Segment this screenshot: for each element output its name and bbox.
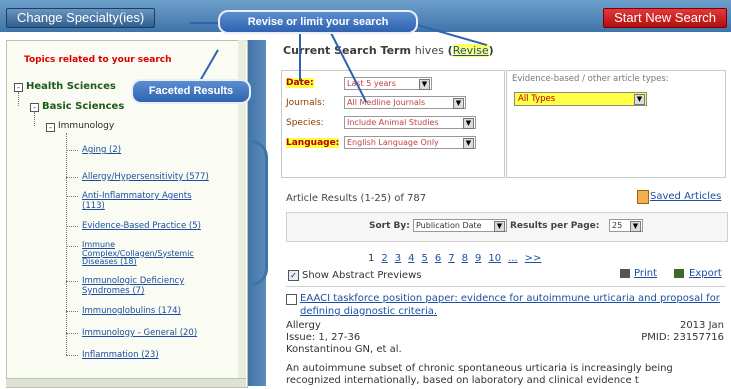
topic-link[interactable]: Anti-Inflammatory Agents (113) <box>82 191 192 211</box>
results-summary: Article Results (1-25) of 787 <box>286 193 427 204</box>
tree-branch <box>66 226 78 227</box>
page-link[interactable]: 3 <box>395 253 401 264</box>
chevron-down-icon: ▼ <box>463 118 474 129</box>
language-select[interactable]: English Language Only ▼ <box>344 136 476 149</box>
topic-link[interactable]: Immune Complex/Collagen/Systemic Disease… <box>82 240 194 267</box>
page-link[interactable]: 4 <box>408 253 414 264</box>
topic-link[interactable]: Immunoglobulins (174) <box>82 306 232 316</box>
revise-callout: Revise or limit your search <box>218 10 418 34</box>
tree-line <box>34 112 35 126</box>
evidence-select[interactable]: All Types ▼ <box>514 92 647 106</box>
collapse-toggle[interactable]: - <box>46 123 55 132</box>
chevron-down-icon: ▼ <box>419 79 430 90</box>
export-link[interactable]: Export <box>689 268 722 279</box>
topic-link[interactable]: Evidence-Based Practice (5) <box>82 221 232 231</box>
chevron-down-icon: ▼ <box>463 138 474 149</box>
article-authors: Konstantinou GN, et al. <box>286 344 402 355</box>
topic-link[interactable]: Immunology - General (20) <box>82 328 232 338</box>
language-value: English Language Only <box>347 138 439 147</box>
tree-line <box>18 92 19 106</box>
faceted-bracket <box>251 140 268 286</box>
saved-articles-link[interactable]: Saved Articles <box>650 191 721 202</box>
journals-value: All Medline Journals <box>347 98 426 107</box>
tree-branch <box>66 281 78 282</box>
evidence-filter-box <box>506 70 726 178</box>
collapse-toggle[interactable]: - <box>30 103 39 112</box>
saved-articles-icon[interactable] <box>637 190 649 204</box>
collapse-toggle[interactable]: - <box>14 83 23 92</box>
chevron-down-icon: ▼ <box>634 94 645 105</box>
faceted-callout: Faceted Results <box>131 79 251 104</box>
print-link[interactable]: Print <box>634 268 657 279</box>
results-per-page-select[interactable]: 25 ▼ <box>609 219 643 232</box>
page-link[interactable]: 10 <box>488 253 501 264</box>
article-meta-right: 2013 Jan PMID: 23157716 <box>614 320 724 344</box>
show-abstract-checkbox[interactable]: ✓ <box>288 270 299 281</box>
printer-icon[interactable] <box>620 269 630 278</box>
sidebar-horizontal-scrollbar[interactable] <box>6 378 246 387</box>
topic-link[interactable]: Allergy/Hypersensitivity (577) <box>82 172 232 182</box>
article-pmid: PMID: 23157716 <box>641 332 724 343</box>
article-issue: Issue: 1, 27-36 <box>286 332 361 343</box>
results-per-page-label: Results per Page: <box>510 221 600 231</box>
article-meta: Allergy Issue: 1, 27-36 Konstantinou GN,… <box>286 320 402 356</box>
tree-branch <box>66 150 78 151</box>
tree-node-basic-sciences[interactable]: Basic Sciences <box>42 101 124 112</box>
pagination: 1 2 3 4 5 6 7 8 9 10... >> <box>368 253 548 264</box>
chevron-down-icon: ▼ <box>494 221 505 232</box>
tree-node-health-sciences[interactable]: Health Sciences <box>26 81 116 92</box>
topic-link[interactable]: Immunologic Deficiency Syndromes (7) <box>82 276 192 296</box>
evidence-value: All Types <box>518 94 556 104</box>
topics-heading: Topics related to your search <box>24 55 172 65</box>
sort-by-value: Publication Date <box>416 221 482 230</box>
page-link[interactable]: 9 <box>475 253 481 264</box>
species-select[interactable]: Include Animal Studies ▼ <box>344 116 476 129</box>
chevron-down-icon: ▼ <box>630 221 641 232</box>
search-term: hives <box>414 44 444 57</box>
tree-node-immunology[interactable]: Immunology <box>58 121 114 131</box>
sort-bar <box>286 212 728 242</box>
search-term-prefix: Current Search Term <box>283 44 411 57</box>
tree-branch <box>66 246 78 247</box>
article-abstract: An autoimmune subset of chronic spontane… <box>286 363 673 386</box>
article-checkbox[interactable] <box>286 294 297 305</box>
tree-branch <box>66 333 78 334</box>
results-per-page-value: 25 <box>612 221 623 230</box>
callout-arrow <box>299 31 301 81</box>
start-new-search-button[interactable]: Start New Search <box>603 8 727 28</box>
change-specialty-button[interactable]: Change Specialty(ies) <box>6 8 156 28</box>
current-search-heading: Current Search Term hives (Revise) <box>283 44 494 57</box>
sort-by-label: Sort By: <box>369 221 410 231</box>
page-current: 1 <box>368 253 375 264</box>
tree-line <box>66 133 67 355</box>
page-ellipsis[interactable]: ... <box>508 253 518 264</box>
topic-link[interactable]: Inflammation (23) <box>82 350 232 360</box>
export-icon[interactable] <box>674 269 684 278</box>
page-link[interactable]: 2 <box>381 253 387 264</box>
chevron-down-icon: ▼ <box>453 98 464 109</box>
article-date: 2013 Jan <box>679 320 724 331</box>
tree-branch <box>66 311 78 312</box>
tree-branch <box>66 355 78 356</box>
page-link[interactable]: 8 <box>462 253 468 264</box>
page-link[interactable]: 7 <box>448 253 454 264</box>
revise-link[interactable]: Revise <box>452 44 489 57</box>
language-label: Language: <box>286 138 340 148</box>
next-pages-link[interactable]: >> <box>525 253 542 264</box>
page-link[interactable]: 5 <box>422 253 428 264</box>
species-value: Include Animal Studies <box>347 118 439 127</box>
article-title-link[interactable]: EAACI taskforce position paper: evidence… <box>300 292 724 318</box>
show-abstract-label: Show Abstract Previews <box>302 270 422 281</box>
page-link[interactable]: 6 <box>435 253 441 264</box>
tree-branch <box>66 177 78 178</box>
callout-arrow <box>190 22 220 24</box>
tree-branch <box>66 196 78 197</box>
topic-link[interactable]: Aging (2) <box>82 145 232 155</box>
article-journal: Allergy <box>286 320 321 331</box>
journals-label: Journals: <box>286 98 325 108</box>
species-label: Species: <box>286 118 324 128</box>
evidence-label: Evidence-based / other article types: <box>512 74 669 84</box>
sort-by-select[interactable]: Publication Date ▼ <box>413 219 507 232</box>
